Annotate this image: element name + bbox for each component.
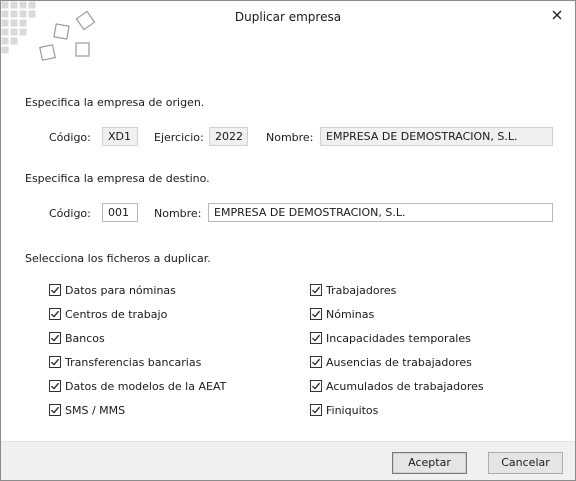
origin-nombre-field: EMPRESA DE DEMOSTRACION, S.L. <box>320 127 553 146</box>
destination-nombre-label: Nombre: <box>154 207 202 220</box>
destination-nombre-input[interactable]: EMPRESA DE DEMOSTRACION, S.L. <box>208 203 553 222</box>
checkbox-bancos[interactable]: Bancos <box>49 330 105 346</box>
origin-nombre-label: Nombre: <box>266 131 314 144</box>
close-button[interactable] <box>546 4 568 26</box>
destination-heading: Especifica la empresa de destino. <box>25 172 210 185</box>
checkbox-label: Centros de trabajo <box>65 307 168 321</box>
checkmark-icon[interactable] <box>310 332 322 344</box>
checkbox-trabajadores[interactable]: Trabajadores <box>310 282 396 298</box>
checkbox-datos-para-n-minas[interactable]: Datos para nóminas <box>49 282 176 298</box>
checkbox-acumulados-de-trabajadores[interactable]: Acumulados de trabajadores <box>310 378 484 394</box>
checkbox-n-minas[interactable]: Nóminas <box>310 306 374 322</box>
checkmark-icon[interactable] <box>310 356 322 368</box>
checkmark-icon[interactable] <box>49 284 61 296</box>
checkbox-label: SMS / MMS <box>65 403 126 417</box>
close-icon <box>552 10 562 20</box>
dialog-title: Duplicar empresa <box>234 10 342 24</box>
origin-ejercicio-label: Ejercicio: <box>154 131 204 144</box>
destination-codigo-label: Código: <box>49 207 91 220</box>
checkbox-label: Bancos <box>65 331 105 345</box>
checkbox-label: Acumulados de trabajadores <box>326 379 484 393</box>
checkmark-icon[interactable] <box>310 284 322 296</box>
accept-button[interactable]: Aceptar <box>392 452 467 474</box>
checkmark-icon[interactable] <box>49 404 61 416</box>
checkbox-label: Datos para nóminas <box>65 283 176 297</box>
checkbox-label: Transferencias bancarias <box>65 355 202 369</box>
checkbox-label: Ausencias de trabajadores <box>326 355 472 369</box>
checkmark-icon[interactable] <box>49 356 61 368</box>
checkmark-icon[interactable] <box>310 404 322 416</box>
duplicar-empresa-dialog: Duplicar empresa Especifica la empresa d… <box>0 0 576 481</box>
checkbox-finiquitos[interactable]: Finiquitos <box>310 402 378 418</box>
origin-ejercicio-field: 2022 <box>209 127 248 146</box>
checkbox-ausencias-de-trabajadores[interactable]: Ausencias de trabajadores <box>310 354 472 370</box>
checkbox-label: Nóminas <box>326 307 375 321</box>
checkbox-incapacidades-temporales[interactable]: Incapacidades temporales <box>310 330 471 346</box>
origin-codigo-field: XD1 <box>102 127 138 146</box>
checkmark-icon[interactable] <box>310 380 322 392</box>
checkbox-sms-mms[interactable]: SMS / MMS <box>49 402 125 418</box>
checkbox-centros-de-trabajo[interactable]: Centros de trabajo <box>49 306 167 322</box>
origin-codigo-label: Código: <box>49 131 91 144</box>
files-heading: Selecciona los ficheros a duplicar. <box>25 252 211 265</box>
checkbox-label: Finiquitos <box>326 403 379 417</box>
checkbox-transferencias-bancarias[interactable]: Transferencias bancarias <box>49 354 201 370</box>
checkbox-label: Trabajadores <box>326 283 397 297</box>
checkmark-icon[interactable] <box>49 308 61 320</box>
checkbox-datos-de-modelos-de-la-aeat[interactable]: Datos de modelos de la AEAT <box>49 378 226 394</box>
checkmark-icon[interactable] <box>49 332 61 344</box>
checkmark-icon[interactable] <box>49 380 61 392</box>
origin-heading: Especifica la empresa de origen. <box>25 96 205 109</box>
checkbox-label: Incapacidades temporales <box>326 331 471 345</box>
checkbox-label: Datos de modelos de la AEAT <box>65 379 227 393</box>
dialog-footer: Aceptar Cancelar <box>1 441 575 480</box>
cancel-button[interactable]: Cancelar <box>488 452 563 474</box>
destination-codigo-input[interactable]: 001 <box>102 203 138 222</box>
checkmark-icon[interactable] <box>310 308 322 320</box>
